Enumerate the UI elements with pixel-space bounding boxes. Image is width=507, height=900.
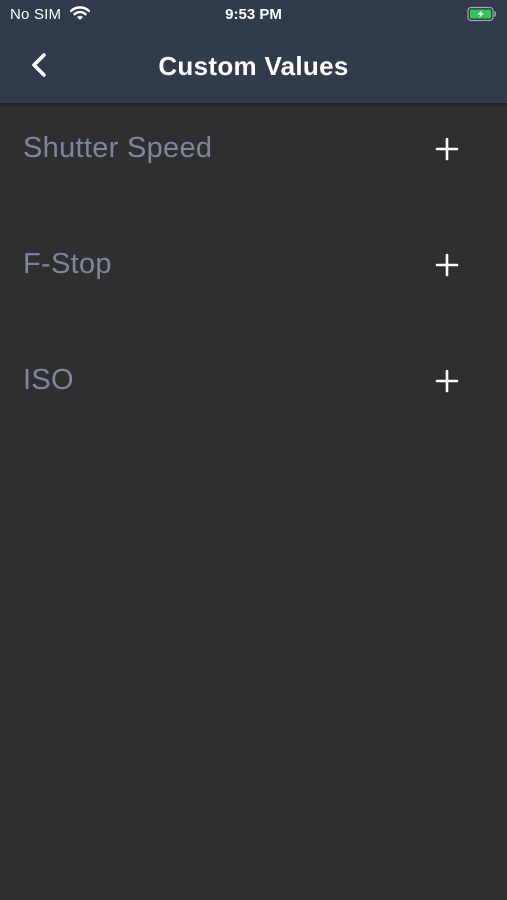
list-item-shutter-speed: Shutter Speed <box>0 103 507 219</box>
battery-charging-icon <box>467 6 497 22</box>
plus-icon[interactable] <box>432 366 462 396</box>
plus-icon[interactable] <box>432 250 462 280</box>
list-item-label: ISO <box>23 364 74 396</box>
top-bar: No SIM 9:53 PM Custom Values <box>0 0 507 103</box>
status-time: 9:53 PM <box>225 6 282 23</box>
custom-values-list: Shutter Speed F-Stop ISO <box>0 103 507 451</box>
plus-icon[interactable] <box>432 134 462 164</box>
list-item-label: F-Stop <box>23 248 112 280</box>
list-item-f-stop: F-Stop <box>0 219 507 335</box>
list-item-iso: ISO <box>0 335 507 451</box>
page-title: Custom Values <box>158 51 349 81</box>
list-item-label: Shutter Speed <box>23 132 213 164</box>
status-bar: No SIM 9:53 PM <box>0 0 507 30</box>
navigation-bar: Custom Values <box>0 30 507 103</box>
